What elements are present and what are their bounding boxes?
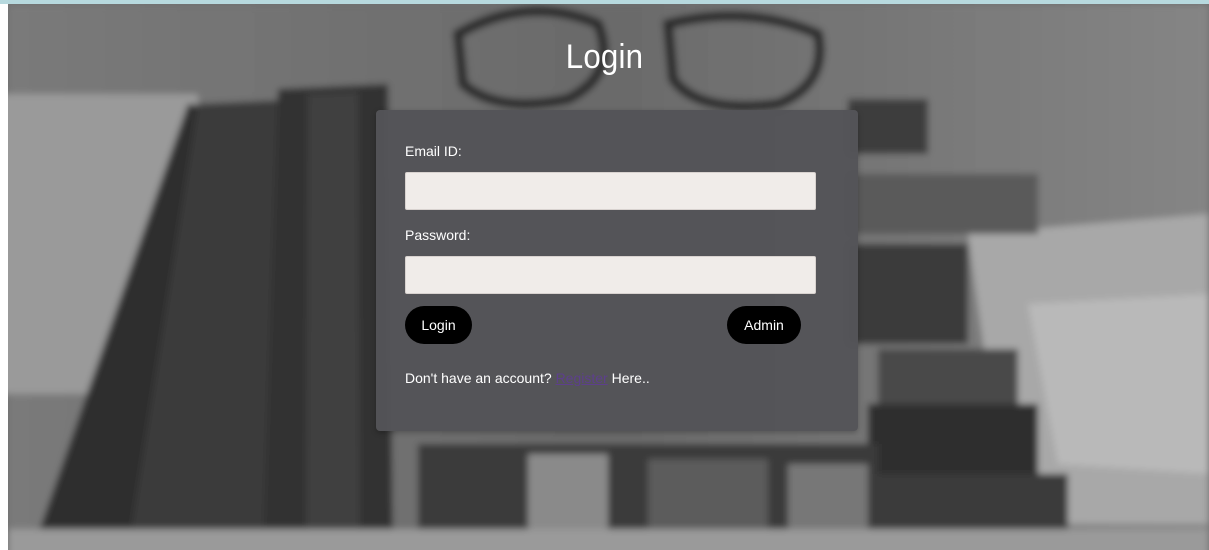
register-prompt: Don't have an account? Register Here..	[405, 370, 650, 386]
register-link[interactable]: Register	[556, 370, 608, 386]
page-title: Login	[565, 38, 644, 76]
login-button[interactable]: Login	[405, 306, 472, 344]
password-input[interactable]	[405, 256, 816, 294]
email-input[interactable]	[405, 172, 816, 210]
login-card: Email ID: Password: Login Admin Don't ha…	[376, 110, 858, 431]
register-prefix-text: Don't have an account?	[405, 370, 552, 386]
login-page: Login Email ID: Password: Login Admin Do…	[0, 0, 1209, 550]
password-label: Password:	[405, 227, 471, 243]
admin-button[interactable]: Admin	[727, 306, 801, 344]
left-margin	[0, 4, 8, 550]
email-label: Email ID:	[405, 143, 462, 159]
register-suffix-text: Here..	[611, 370, 650, 386]
